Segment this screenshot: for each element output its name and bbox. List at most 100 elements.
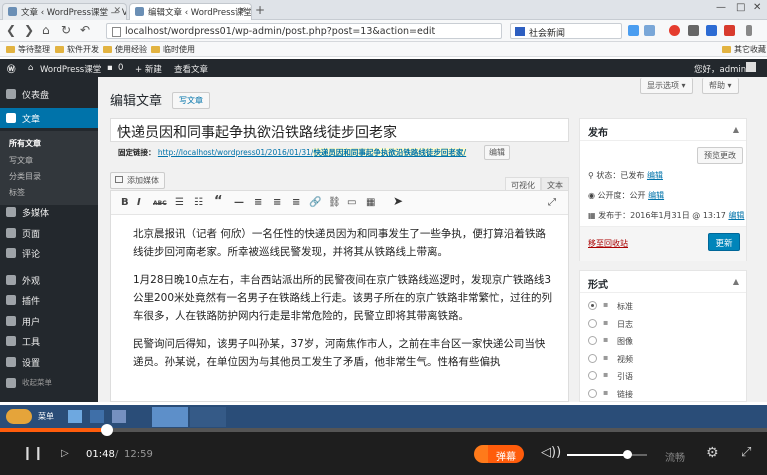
strikethrough-button[interactable]: ABC: [153, 200, 167, 207]
post-title-input[interactable]: 快递员因和同事起争执欲沿铁路线徒步回老家: [110, 118, 569, 142]
progress-track[interactable]: [0, 428, 767, 432]
bullet-list-button[interactable]: ☰: [175, 197, 184, 208]
preview-changes-button[interactable]: 预览更改: [697, 147, 743, 164]
undo-icon[interactable]: ↶: [80, 23, 90, 37]
quality-selector[interactable]: 流畅: [665, 449, 685, 464]
sidebar-item[interactable]: 工具: [0, 331, 98, 351]
sidebar-item[interactable]: 收起菜单: [0, 373, 98, 393]
link-button[interactable]: 🔗: [309, 197, 321, 208]
sidebar-item[interactable]: 插件: [0, 290, 98, 310]
search-input[interactable]: 社会新闻: [510, 23, 622, 39]
pause-icon[interactable]: ❙❙: [22, 446, 44, 461]
volume-knob[interactable]: [623, 450, 632, 459]
progress-knob[interactable]: [100, 424, 113, 436]
screen-options-button[interactable]: 显示选项 ▾: [640, 78, 693, 94]
fullscreen-icon[interactable]: ⤢: [548, 197, 556, 208]
unlink-button[interactable]: ⛓: [328, 197, 341, 208]
tab-visual[interactable]: 可视化: [505, 177, 541, 191]
folder-icon[interactable]: [112, 410, 126, 423]
format-radio[interactable]: [588, 336, 597, 345]
format-radio[interactable]: [588, 388, 597, 398]
comment-count[interactable]: 0: [118, 63, 123, 73]
move-to-trash-link[interactable]: 移至回收站: [588, 238, 628, 249]
new-content-link[interactable]: + 新建: [135, 63, 162, 75]
office-icon[interactable]: [706, 25, 717, 36]
format-radio[interactable]: [588, 318, 597, 328]
bookmark-folder[interactable]: 临时使用: [151, 44, 195, 55]
taskbar-app-browser[interactable]: [190, 407, 226, 427]
volume-icon[interactable]: ◁)): [541, 445, 561, 460]
help-button[interactable]: 帮助 ▾: [702, 78, 739, 94]
view-post-link[interactable]: 查看文章: [174, 63, 208, 75]
italic-button[interactable]: I: [137, 197, 141, 208]
permalink-slug[interactable]: 快递员因和同事起争执欲沿铁路线徒步回老家/: [313, 148, 467, 157]
collapse-arrow-icon[interactable]: ▲: [733, 277, 739, 286]
wordpress-logo-icon[interactable]: Ⓦ: [7, 63, 16, 75]
start-menu-label[interactable]: 菜单: [38, 411, 54, 422]
edit-date-link[interactable]: 编辑: [728, 211, 744, 220]
avatar[interactable]: [746, 62, 756, 72]
minimize-button[interactable]: —: [716, 2, 726, 13]
home-icon[interactable]: ⌂: [28, 63, 33, 73]
editor-body[interactable]: 北京晨报讯（记者 何欣）一名任性的快递员因为和同事发生了一些争执，便打算沿着铁路…: [133, 225, 553, 381]
forward-icon[interactable]: ❯: [24, 23, 34, 37]
sidebar-item[interactable]: 评论: [0, 243, 98, 263]
account-greeting[interactable]: 您好，admin: [694, 63, 746, 75]
sidebar-item[interactable]: 页面: [0, 223, 98, 243]
user-icon[interactable]: [644, 25, 655, 36]
back-icon[interactable]: ❮: [6, 23, 16, 37]
submenu-item[interactable]: 分类目录: [0, 171, 98, 182]
close-tab-icon[interactable]: ✕: [113, 6, 121, 16]
blockquote-button[interactable]: “: [214, 194, 223, 209]
sidebar-item[interactable]: 文章: [0, 108, 98, 128]
grid-icon[interactable]: [628, 25, 639, 36]
sidebar-item[interactable]: 仪表盘: [0, 84, 98, 104]
submenu-item[interactable]: 写文章: [0, 155, 98, 166]
bookmark-folder[interactable]: 软件开发: [55, 44, 99, 55]
collapse-arrow-icon[interactable]: ▲: [733, 125, 739, 134]
toolbar-toggle-button[interactable]: ▦: [366, 197, 375, 208]
align-center-button[interactable]: ≡: [273, 197, 281, 208]
settings-icon[interactable]: ⚙: [706, 445, 719, 461]
add-media-button[interactable]: 添加媒体: [110, 172, 165, 189]
danmaku-toggle[interactable]: 弹幕: [488, 445, 524, 463]
edit-visibility-link[interactable]: 编辑: [648, 191, 664, 200]
maximize-button[interactable]: □: [736, 2, 745, 13]
new-tab-button[interactable]: +: [255, 3, 265, 17]
edit-permalink-button[interactable]: 编辑: [484, 145, 510, 160]
mail-icon[interactable]: [724, 25, 735, 36]
sidebar-item[interactable]: 多媒体: [0, 202, 98, 222]
desktop-icon[interactable]: [68, 410, 82, 423]
read-more-button[interactable]: ▭: [347, 197, 356, 208]
sidebar-item[interactable]: 用户: [0, 311, 98, 331]
format-radio[interactable]: [588, 371, 597, 380]
format-radio[interactable]: [588, 353, 597, 363]
fullscreen-icon[interactable]: ⤢: [741, 445, 751, 460]
bookmark-folder[interactable]: 等待整理: [6, 44, 50, 55]
align-left-button[interactable]: ≡: [254, 197, 262, 208]
reload-icon[interactable]: ↻: [61, 23, 71, 37]
horizontal-line-button[interactable]: —: [234, 197, 244, 208]
puzzle-icon[interactable]: [688, 25, 699, 36]
align-right-button[interactable]: ≡: [292, 197, 300, 208]
bookmark-folder-other[interactable]: 其它收藏: [722, 44, 766, 55]
url-input[interactable]: localhost/wordpress01/wp-admin/post.php?…: [106, 23, 502, 39]
close-window-button[interactable]: ✕: [753, 2, 761, 13]
comment-icon[interactable]: ▪: [107, 63, 113, 73]
home-icon[interactable]: ⌂: [42, 23, 50, 37]
bold-button[interactable]: B: [121, 197, 129, 208]
menu-icon[interactable]: [746, 25, 752, 36]
update-button[interactable]: 更新: [708, 233, 740, 251]
opera-icon[interactable]: [669, 25, 680, 36]
next-icon[interactable]: ▷: [61, 448, 69, 459]
browser-tab-edit[interactable]: 编辑文章 ‹ WordPress课堂 ✕: [129, 3, 252, 20]
permalink-url[interactable]: http://localhost/wordpress01/2016/01/31/: [158, 148, 314, 157]
submenu-item[interactable]: 所有文章: [0, 138, 98, 149]
start-button[interactable]: [6, 409, 32, 424]
bookmark-folder[interactable]: 使用经验: [103, 44, 147, 55]
edit-status-link[interactable]: 编辑: [647, 171, 663, 180]
sidebar-item[interactable]: 设置: [0, 352, 98, 372]
add-new-post-button[interactable]: 写文章: [172, 92, 210, 109]
submenu-item[interactable]: 标签: [0, 187, 98, 198]
numbered-list-button[interactable]: ☷: [194, 197, 203, 208]
